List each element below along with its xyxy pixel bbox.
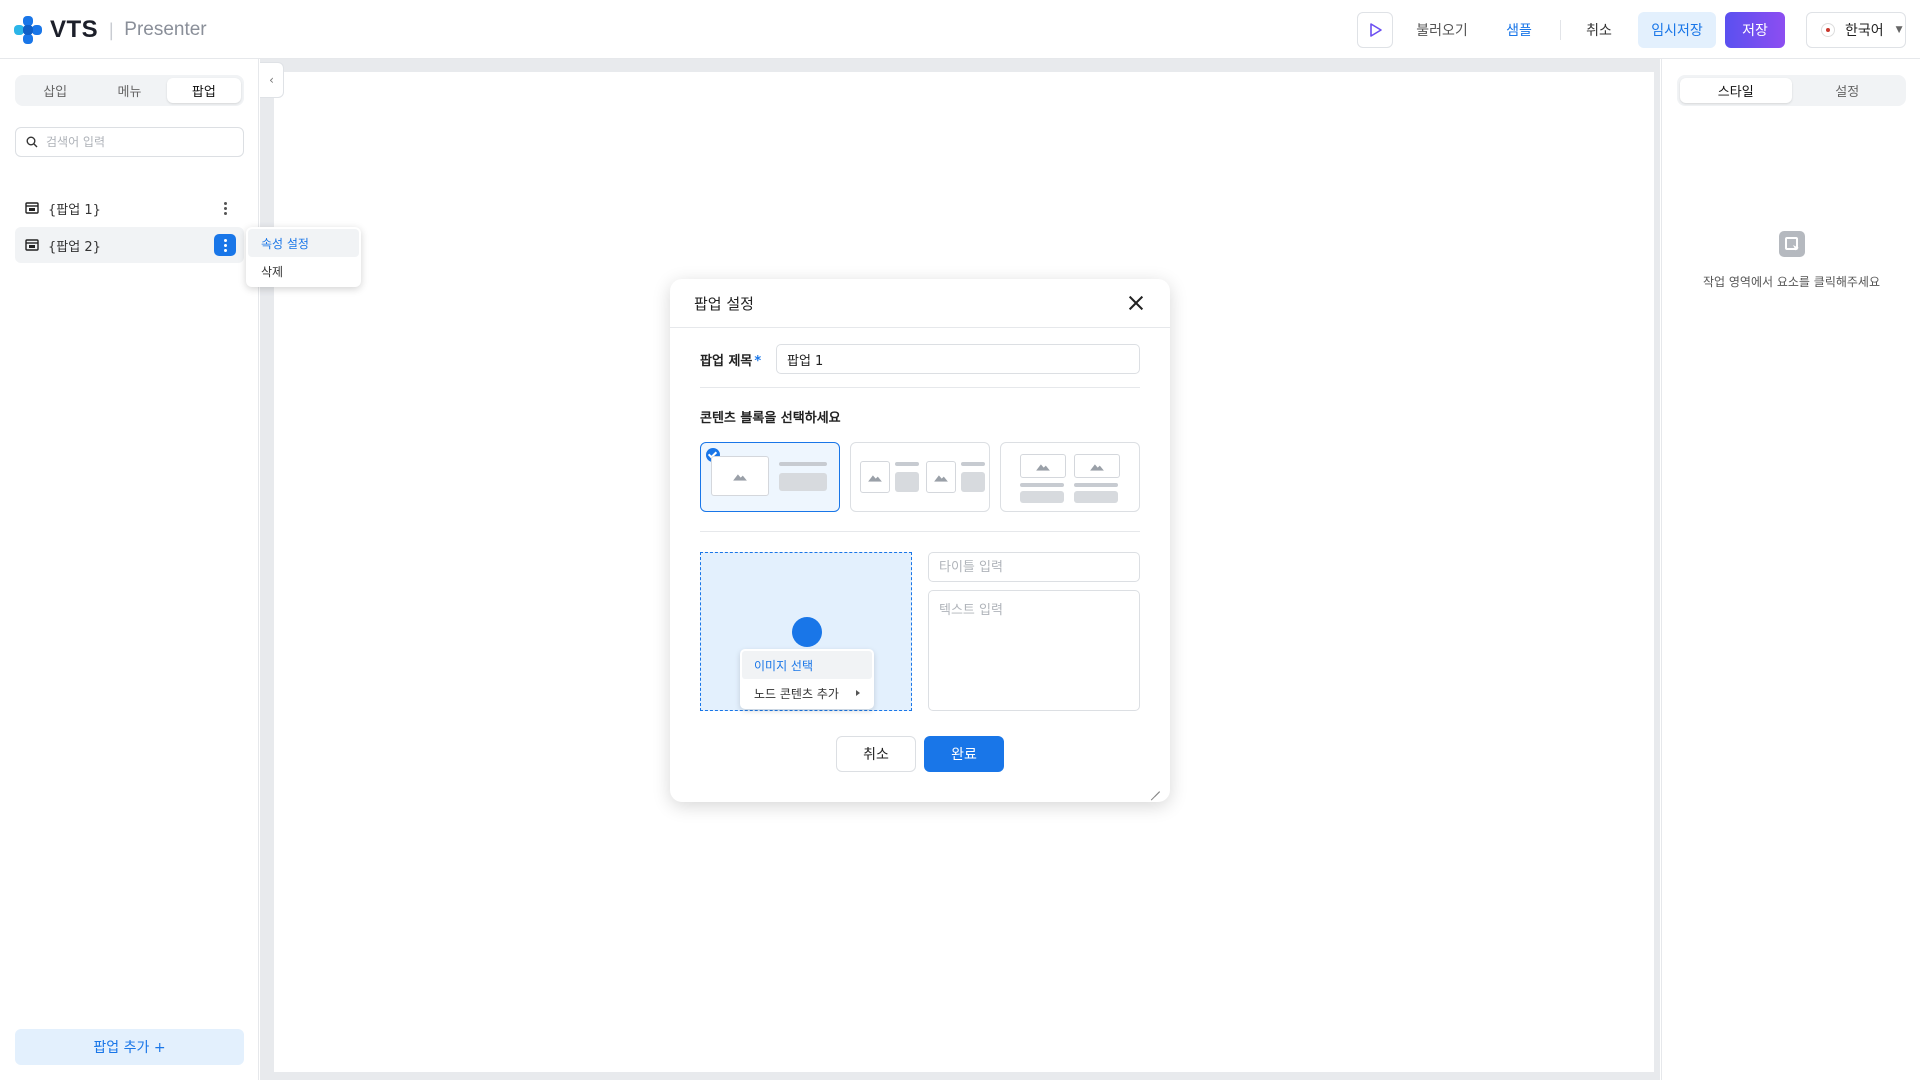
title-line-placeholder [1020, 483, 1064, 487]
language-label: 한국어 [1845, 23, 1884, 39]
image-placeholder-icon [1020, 454, 1066, 478]
modal-done-button[interactable]: 완료 [924, 736, 1004, 772]
menu-item-delete[interactable]: 삭제 [248, 257, 359, 285]
popup-title-input[interactable] [776, 344, 1140, 374]
text-input[interactable] [928, 590, 1140, 711]
vts-logo-icon [14, 16, 44, 44]
empty-state-message: 작업 영역에서 요소를 클릭해주세요 [1702, 275, 1881, 289]
modal-title: 팝업 설정 [694, 294, 754, 313]
language-select[interactable]: 한국어 ▼ [1806, 12, 1906, 48]
resize-handle-icon[interactable] [1148, 780, 1160, 792]
content-block-option-1[interactable] [700, 442, 840, 512]
image-placeholder-icon [926, 461, 956, 493]
add-popup-button[interactable]: 팝업 추가 + [15, 1029, 244, 1065]
menu-item-add-node-content-label: 노드 콘텐츠 추가 [754, 686, 839, 701]
popup-context-menu: 속성 설정 삭제 [246, 227, 361, 287]
popup-item-label: {팝업 2} [48, 239, 101, 255]
image-placeholder-icon [860, 461, 890, 493]
chevron-right-icon [856, 690, 860, 696]
tab-popup[interactable]: 팝업 [166, 78, 241, 103]
sidebar-tabs: 삽입 메뉴 팝업 [15, 75, 244, 106]
close-icon[interactable] [1124, 291, 1148, 315]
popup-title-label-text: 팝업 제목 [700, 354, 753, 369]
save-draft-button[interactable]: 임시저장 [1638, 12, 1716, 48]
title-line-placeholder [1074, 483, 1118, 487]
tab-menu[interactable]: 메뉴 [92, 78, 166, 103]
product-name: Presenter [124, 19, 207, 40]
title-line-placeholder [961, 462, 985, 466]
korea-flag-icon [1821, 23, 1835, 37]
more-options-icon[interactable] [214, 234, 236, 256]
content-block-option-3[interactable] [1000, 442, 1140, 512]
app-logo: VTS | Presenter [14, 16, 207, 44]
text-block-placeholder [1074, 491, 1118, 503]
play-icon [1370, 23, 1382, 37]
search-box[interactable] [15, 127, 244, 157]
image-add-menu: 이미지 선택 노드 콘텐츠 추가 [740, 649, 874, 709]
top-header: VTS | Presenter 불러오기 샘플 취소 임시저장 저장 한국어 ▼ [0, 0, 1920, 59]
popup-list-item-selected[interactable]: {팝업 2} [15, 227, 244, 263]
chevron-down-icon: ▼ [1895, 25, 1903, 35]
tab-style[interactable]: 스타일 [1680, 78, 1792, 103]
text-block-placeholder [895, 472, 919, 492]
logo-separator: | [108, 19, 115, 41]
popup-item-label: {팝업 1} [48, 202, 101, 218]
divider [700, 387, 1140, 388]
more-options-icon[interactable] [214, 197, 236, 219]
modal-header: 팝업 설정 [670, 279, 1170, 328]
select-element-icon [1779, 231, 1805, 257]
brand-name: VTS [50, 16, 99, 43]
image-placeholder-icon [1074, 454, 1120, 478]
menu-item-select-image[interactable]: 이미지 선택 [742, 651, 872, 679]
text-block-placeholder [961, 472, 985, 492]
popup-window-icon [25, 239, 39, 251]
play-preview-button[interactable] [1357, 12, 1393, 48]
search-icon [26, 136, 38, 148]
cancel-button[interactable]: 취소 [1578, 12, 1620, 48]
collapse-sidebar-button[interactable]: ‹ [260, 62, 284, 98]
menu-item-properties[interactable]: 속성 설정 [248, 229, 359, 257]
popup-settings-modal: 팝업 설정 팝업 제목* 콘텐츠 블록을 선택하세요 이미지 선택 [670, 279, 1170, 802]
tab-insert[interactable]: 삽입 [18, 78, 92, 103]
load-button[interactable]: 불러오기 [1412, 12, 1472, 48]
popup-title-label: 팝업 제목 * [700, 350, 761, 369]
header-divider [1560, 20, 1561, 40]
required-mark: * [754, 354, 762, 369]
popup-window-icon [25, 202, 39, 214]
text-block-placeholder [1020, 491, 1064, 503]
popup-list-item[interactable]: {팝업 1} [15, 190, 244, 226]
right-panel: 스타일 설정 작업 영역에서 요소를 클릭해주세요 [1661, 59, 1920, 1080]
title-line-placeholder [895, 462, 919, 466]
right-panel-tabs: 스타일 설정 [1677, 75, 1906, 106]
menu-item-add-node-content[interactable]: 노드 콘텐츠 추가 [742, 679, 872, 707]
search-input[interactable] [46, 135, 226, 149]
title-line-placeholder [779, 462, 827, 466]
left-sidebar: 삽입 메뉴 팝업 {팝업 1} {팝업 2} 팝업 추가 + [0, 59, 259, 1080]
divider [700, 531, 1140, 532]
tab-settings[interactable]: 설정 [1792, 78, 1904, 103]
title-input[interactable] [928, 552, 1140, 582]
modal-cancel-button[interactable]: 취소 [836, 736, 916, 772]
save-button[interactable]: 저장 [1725, 12, 1785, 48]
text-block-placeholder [779, 473, 827, 491]
chevron-left-icon: ‹ [269, 73, 274, 87]
sample-button[interactable]: 샘플 [1497, 12, 1541, 48]
image-drop-zone[interactable]: 이미지 선택 노드 콘텐츠 추가 [700, 552, 912, 711]
content-block-label: 콘텐츠 블록을 선택하세요 [700, 411, 841, 426]
content-block-option-2[interactable] [850, 442, 990, 512]
add-image-button[interactable] [792, 617, 822, 647]
image-placeholder-icon [711, 456, 769, 496]
